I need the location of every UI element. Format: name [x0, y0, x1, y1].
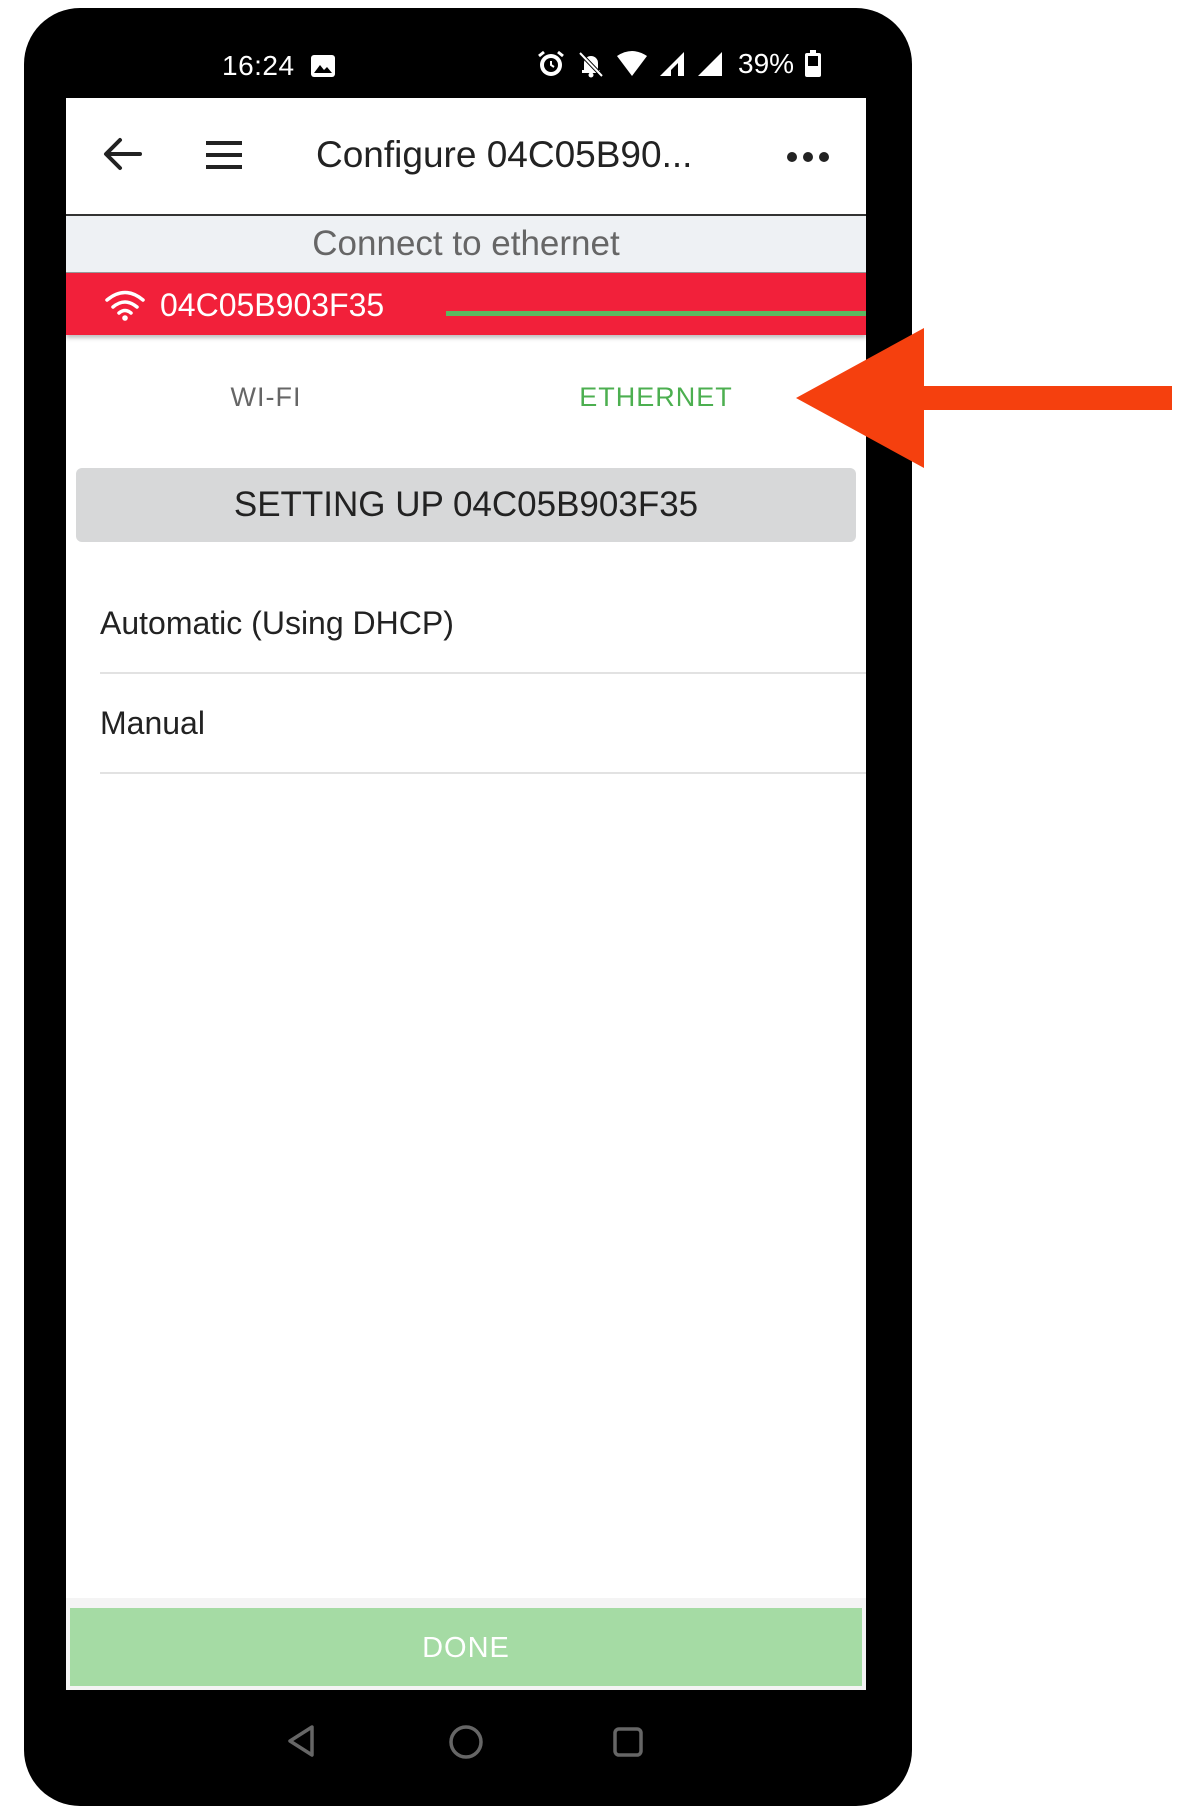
system-nav-bar: [66, 1690, 866, 1806]
mute-icon: [576, 49, 606, 79]
more-dots-icon[interactable]: [786, 150, 830, 168]
section-header: SETTING UP 04C05B903F35: [76, 468, 856, 542]
device-banner: 04C05B903F35: [66, 273, 866, 335]
signal-icon: [696, 50, 724, 78]
sub-header: Connect to ethernet: [66, 216, 866, 273]
tab-bar: WI-FI ETHERNET: [66, 338, 866, 458]
battery-icon: [804, 50, 822, 78]
done-button[interactable]: DONE: [70, 1608, 862, 1686]
battery-percent: 39%: [738, 48, 795, 79]
active-tab-indicator: [446, 311, 866, 316]
pointer-arrow-icon: [796, 328, 1176, 473]
nav-back-icon[interactable]: [286, 1724, 316, 1763]
back-arrow-icon[interactable]: [102, 136, 142, 177]
image-icon: [310, 53, 336, 85]
hamburger-menu-icon[interactable]: [204, 140, 244, 175]
app-screen: Configure 04C05B90... Connect to etherne…: [66, 98, 866, 1690]
status-icons: 39%: [536, 48, 822, 80]
nav-recents-icon[interactable]: [612, 1726, 644, 1763]
page-title: Configure 04C05B90...: [316, 134, 693, 175]
status-time: 16:24: [222, 50, 295, 81]
option-automatic-dhcp[interactable]: Automatic (Using DHCP): [100, 574, 866, 674]
alarm-icon: [536, 49, 566, 79]
app-bar: Configure 04C05B90...: [66, 98, 866, 216]
wifi-icon: [616, 50, 648, 78]
done-area: DONE: [66, 1598, 866, 1690]
status-bar: 16:24 39%: [66, 36, 866, 96]
wifi-icon: [104, 289, 146, 329]
signal-icon: [658, 50, 686, 78]
nav-home-icon[interactable]: [448, 1724, 484, 1765]
tab-wifi[interactable]: WI-FI: [66, 338, 466, 456]
option-manual[interactable]: Manual: [100, 674, 866, 774]
device-name: 04C05B903F35: [160, 287, 385, 323]
